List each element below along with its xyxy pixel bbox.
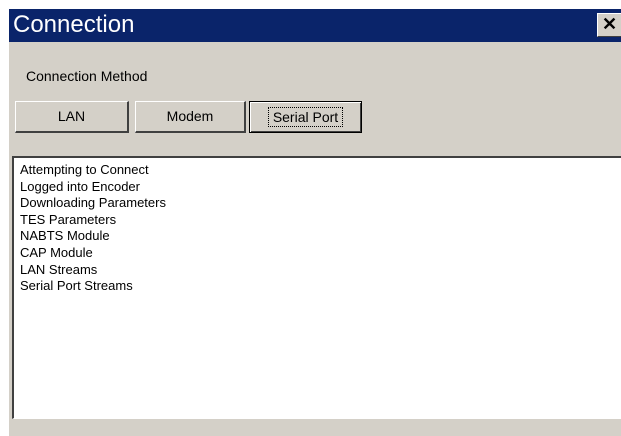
modem-button[interactable]: Modem (135, 101, 246, 133)
connection-method-label: Connection Method (26, 68, 148, 84)
log-line: Serial Port Streams (20, 278, 133, 294)
close-icon: ✕ (601, 14, 618, 34)
window-title: Connection (13, 11, 135, 38)
log-line: TES Parameters (20, 211, 117, 227)
connection-log[interactable]: Attempting to Connect Logged into Encode… (12, 156, 621, 419)
log-line: Downloading Parameters (20, 195, 166, 211)
log-line: NABTS Module (20, 228, 110, 244)
serial-port-button-label: Serial Port (267, 107, 344, 127)
lan-button[interactable]: LAN (15, 101, 129, 133)
close-button[interactable]: ✕ (597, 13, 621, 37)
status-bar (9, 419, 621, 436)
log-line: CAP Module (20, 244, 93, 260)
title-bar[interactable]: Connection ✕ (9, 9, 621, 42)
log-line: LAN Streams (20, 261, 98, 277)
connection-dialog: Connection ✕ Connection Method LAN Modem… (8, 8, 621, 436)
log-line: Logged into Encoder (20, 178, 140, 194)
serial-port-button[interactable]: Serial Port (249, 101, 362, 133)
log-line: Attempting to Connect (20, 162, 149, 177)
